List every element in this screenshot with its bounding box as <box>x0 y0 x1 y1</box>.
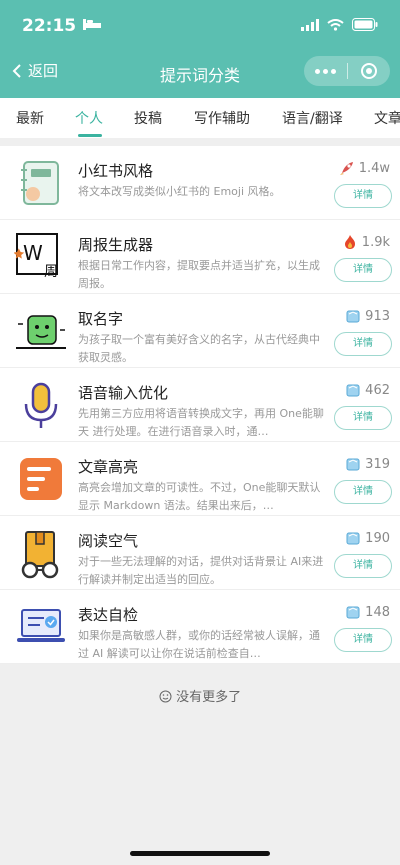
detail-button[interactable]: 详情 <box>334 406 392 430</box>
usage-count: 319 <box>345 456 390 472</box>
svg-text:W: W <box>23 241 43 265</box>
item-description: 如果你是高敏感人群，或你的话经常被人误解，通过 AI 解读可以让你在说话前检查自… <box>78 629 320 660</box>
battery-icon <box>352 18 378 31</box>
list-item[interactable]: 表达自检 如果你是高敏感人群，或你的话经常被人误解，通过 AI 解读可以让你在说… <box>0 590 400 664</box>
usage-count: 148 <box>345 604 390 620</box>
more-menu-button[interactable] <box>304 68 347 74</box>
usage-count-value: 319 <box>365 456 390 472</box>
item-description: 先用第三方应用将语音转换成文字，再用 One能聊天 进行处理。在进行语音录入时，… <box>78 407 324 438</box>
item-title: 周报生成器 <box>78 236 154 254</box>
usage-count-value: 190 <box>365 530 390 546</box>
item-title: 表达自检 <box>78 606 139 624</box>
list-item[interactable]: 阅读空气 对于一些无法理解的对话，提供对话背景让 AI来进行解读并制定出适当的回… <box>0 516 400 590</box>
navigation-bar: 返回 提示词分类 <box>0 52 400 92</box>
category-tabs: 最新 个人 投稿 写作辅助 语言/翻译 文章 <box>0 98 400 138</box>
header-bar: 22:15 返回 提示词分类 <box>0 0 400 98</box>
usage-count-value: 1.4w <box>358 160 390 176</box>
tab-writing[interactable]: 写作辅助 <box>194 108 250 128</box>
list-item[interactable]: 文章高亮 高亮会增加文章的可读性。不过，One能聊天默认显示 Markdown … <box>0 442 400 516</box>
rocket-icon <box>339 162 353 175</box>
status-indicators <box>301 18 378 31</box>
item-title: 文章高亮 <box>78 458 139 476</box>
tab-personal[interactable]: 个人 <box>75 108 103 128</box>
item-description: 为孩子取一个富有美好含义的名字，从古代经典中获取灵感。 <box>78 333 320 364</box>
usage-count-value: 1.9k <box>361 234 390 250</box>
home-indicator[interactable] <box>130 851 270 856</box>
reading-box-icon <box>21 531 59 579</box>
ice-cube-icon <box>346 310 360 323</box>
status-time: 22:15 <box>22 16 77 36</box>
usage-count: 1.4w <box>339 160 390 176</box>
mini-program-capsule <box>304 56 390 86</box>
item-description: 根据日常工作内容，提取要点并适当扩充，以生成周报。 <box>78 259 320 290</box>
detail-button[interactable]: 详情 <box>334 480 392 504</box>
bed-icon <box>83 19 101 30</box>
ice-cube-icon <box>346 384 360 397</box>
usage-count: 462 <box>345 382 390 398</box>
detail-button[interactable]: 详情 <box>334 554 392 578</box>
usage-count-value: 913 <box>365 308 390 324</box>
usage-count: 1.9k <box>342 234 390 250</box>
smile-icon <box>159 690 172 703</box>
target-icon <box>361 63 377 79</box>
item-description: 将文本改写成类似小红书的 Emoji 风格。 <box>78 185 281 198</box>
end-of-list-text: 没有更多了 <box>176 690 242 705</box>
prompt-list: 小红书风格 将文本改写成类似小红书的 Emoji 风格。 1.4w 详情 W 周… <box>0 146 400 664</box>
ice-cube-icon <box>346 532 360 545</box>
tab-latest[interactable]: 最新 <box>16 108 44 128</box>
microphone-icon <box>24 382 58 428</box>
item-description: 高亮会增加文章的可读性。不过，One能聊天默认显示 Markdown 语法。结果… <box>78 481 321 512</box>
wifi-icon <box>327 18 344 31</box>
usage-count-value: 148 <box>365 604 390 620</box>
document-highlight-icon <box>20 458 62 500</box>
smiley-naming-icon <box>16 315 66 349</box>
tab-language[interactable]: 语言/翻译 <box>282 108 343 128</box>
ice-cube-icon <box>346 606 360 619</box>
tab-submission[interactable]: 投稿 <box>134 108 162 128</box>
detail-button[interactable]: 详情 <box>334 332 392 356</box>
item-title: 取名字 <box>78 310 124 328</box>
active-tab-indicator <box>78 134 102 137</box>
list-item[interactable]: 小红书风格 将文本改写成类似小红书的 Emoji 风格。 1.4w 详情 <box>0 146 400 220</box>
weekly-report-icon: W 周 <box>14 233 58 280</box>
laptop-check-icon <box>17 609 65 642</box>
tab-article[interactable]: 文章 <box>374 108 400 128</box>
item-title: 语音输入优化 <box>78 384 169 402</box>
fire-icon <box>344 235 355 249</box>
detail-button[interactable]: 详情 <box>334 628 392 652</box>
usage-count: 190 <box>345 530 390 546</box>
svg-text:周: 周 <box>44 264 58 280</box>
signal-icon <box>301 18 319 31</box>
item-title: 小红书风格 <box>78 162 154 180</box>
ice-cube-icon <box>346 458 360 471</box>
close-miniprogram-button[interactable] <box>348 62 390 80</box>
notebook-icon <box>21 161 59 205</box>
item-title: 阅读空气 <box>78 532 139 550</box>
list-item[interactable]: 语音输入优化 先用第三方应用将语音转换成文字，再用 One能聊天 进行处理。在进… <box>0 368 400 442</box>
detail-button[interactable]: 详情 <box>334 184 392 208</box>
list-item[interactable]: W 周 周报生成器 根据日常工作内容，提取要点并适当扩充，以生成周报。 1.9k… <box>0 220 400 294</box>
end-of-list: 没有更多了 <box>0 686 400 705</box>
usage-count-value: 462 <box>365 382 390 398</box>
detail-button[interactable]: 详情 <box>334 258 392 282</box>
list-item[interactable]: 取名字 为孩子取一个富有美好含义的名字，从古代经典中获取灵感。 913 详情 <box>0 294 400 368</box>
item-description: 对于一些无法理解的对话，提供对话背景让 AI来进行解读并制定出适当的回应。 <box>78 555 324 586</box>
usage-count: 913 <box>345 308 390 324</box>
